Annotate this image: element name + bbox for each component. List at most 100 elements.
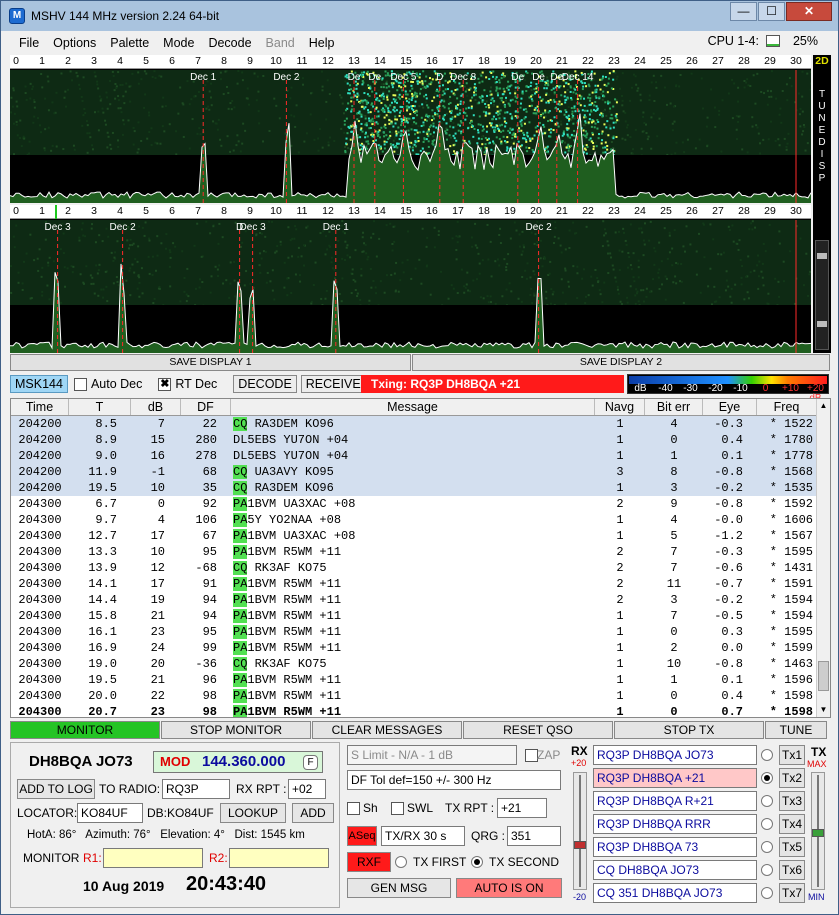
receive-button[interactable]: RECEIVE bbox=[300, 375, 366, 393]
rxf-button[interactable]: RXF bbox=[347, 852, 391, 872]
tx-message-7[interactable]: CQ 351 DH8BQA JO73 bbox=[593, 883, 757, 903]
close-button[interactable]: ✕ bbox=[786, 2, 832, 21]
r2-input[interactable] bbox=[229, 848, 329, 868]
table-row[interactable]: 204300 16.1 23 95 PA1BVM R5WM +11 1 0 0.3 * 1595 bbox=[11, 624, 817, 640]
auto-is-on-button[interactable]: AUTO IS ON bbox=[456, 878, 562, 898]
auto-dec-checkbox[interactable] bbox=[73, 377, 87, 391]
tx-select-radio-7[interactable] bbox=[761, 887, 773, 899]
title-bar[interactable]: M MSHV 144 MHz version 2.24 64-bit — ☐ ✕ bbox=[1, 1, 838, 31]
tx2-button[interactable]: Tx2 bbox=[779, 768, 805, 788]
tx-message-1[interactable]: RQ3P DH8BQA JO73 bbox=[593, 745, 757, 765]
tx-rpt-spinbox[interactable]: +21 bbox=[497, 798, 547, 818]
col-df[interactable]: DF bbox=[181, 399, 231, 415]
lookup-button[interactable]: LOOKUP bbox=[220, 803, 286, 823]
table-row[interactable]: 204200 9.0 16 278 DL5EBS YU7ON +04 1 1 0.1 * 177… bbox=[11, 448, 817, 464]
table-row[interactable]: 204300 14.4 19 94 PA1BVM R5WM +11 2 3 -0.2 * 159… bbox=[11, 592, 817, 608]
table-row[interactable]: 204200 8.9 15 280 DL5EBS YU7ON +04 1 0 0.4 * 178… bbox=[11, 432, 817, 448]
table-row[interactable]: 204300 9.7 4 106 PA5Y YO2NAA +08 1 4 -0.0 * 1606 bbox=[11, 512, 817, 528]
table-row[interactable]: 204300 14.1 17 91 PA1BVM R5WM +11 2 11 -0.7 * 15… bbox=[11, 576, 817, 592]
tx-second-radio[interactable] bbox=[471, 856, 483, 868]
tx6-button[interactable]: Tx6 bbox=[779, 860, 805, 880]
col-db[interactable]: dB bbox=[131, 399, 181, 415]
col-navg[interactable]: Navg bbox=[595, 399, 645, 415]
col-time[interactable]: Time bbox=[11, 399, 69, 415]
txrx-period-spinbox[interactable]: TX/RX 30 s bbox=[381, 826, 465, 846]
table-row[interactable]: 204300 6.7 0 92 PA1BVM UA3XAC +08 2 9 -0.8 * 159… bbox=[11, 496, 817, 512]
tx3-button[interactable]: Tx3 bbox=[779, 791, 805, 811]
table-row[interactable]: 204300 20.7 23 98 PA1BVM R5WM +11 1 0 0.7 * 1598 bbox=[11, 704, 817, 717]
tx-message-4[interactable]: RQ3P DH8BQA RRR bbox=[593, 814, 757, 834]
tune-button[interactable]: TUNE bbox=[765, 721, 827, 739]
locator-input[interactable]: KO84UF bbox=[77, 803, 143, 823]
tx-message-2[interactable]: RQ3P DH8BQA +21 bbox=[593, 768, 757, 788]
add-button[interactable]: ADD bbox=[292, 803, 334, 823]
waterfall-display-1[interactable]: 0 1 2 3 4 5 6 7 8 9 10 11 12 13 14 15 16 17 18 19 20 21 22 23 24… bbox=[10, 55, 811, 203]
waterfall-display-2[interactable]: 0 1 2 3 4 5 6 7 8 9 10 11 12 13 14 15 16 17 18 19 20 21 22 23 24… bbox=[10, 205, 811, 353]
tx-select-radio-3[interactable] bbox=[761, 795, 773, 807]
menu-palette[interactable]: Palette bbox=[110, 36, 149, 50]
sh-checkbox[interactable] bbox=[347, 802, 360, 815]
reset-qso-button[interactable]: RESET QSO bbox=[463, 721, 613, 739]
table-row[interactable]: 204200 8.5 7 22 CQ RA3DEM KO96 1 4 -0.3 * 1522 bbox=[11, 416, 817, 432]
mode-indicator[interactable]: MSK144 bbox=[10, 375, 68, 393]
clear-messages-button[interactable]: CLEAR MESSAGES bbox=[312, 721, 462, 739]
col-message[interactable]: Message bbox=[231, 399, 595, 415]
table-row[interactable]: 204200 11.9 -1 68 CQ UA3AVY KO95 3 8 -0.8 * 1568 bbox=[11, 464, 817, 480]
s-limit-spinbox[interactable]: S Limit - N/A - 1 dB bbox=[347, 745, 517, 765]
table-row[interactable]: 204300 16.9 24 99 PA1BVM R5WM +11 1 2 0.0 * 1599 bbox=[11, 640, 817, 656]
tx-select-radio-5[interactable] bbox=[761, 841, 773, 853]
tx-message-5[interactable]: RQ3P DH8BQA 73 bbox=[593, 837, 757, 857]
menu-options[interactable]: Options bbox=[53, 36, 96, 50]
tx-first-radio[interactable] bbox=[395, 856, 407, 868]
swl-checkbox[interactable] bbox=[391, 802, 404, 815]
col-t[interactable]: T bbox=[69, 399, 131, 415]
df-tol-select[interactable]: DF Tol def=150 +/- 300 Hz bbox=[347, 770, 561, 790]
messages-table[interactable]: Time T dB DF Message Navg Bit err Eye Fr… bbox=[10, 398, 831, 718]
stop-tx-button[interactable]: STOP TX bbox=[614, 721, 764, 739]
table-scrollbar[interactable]: ▲ ▼ bbox=[816, 399, 830, 717]
table-row[interactable]: 204300 13.3 10 95 PA1BVM R5WM +11 2 7 -0.3 * 159… bbox=[11, 544, 817, 560]
tx-message-6[interactable]: CQ DH8BQA JO73 bbox=[593, 860, 757, 880]
tx5-button[interactable]: Tx5 bbox=[779, 837, 805, 857]
tx7-button[interactable]: Tx7 bbox=[779, 883, 805, 903]
menu-mode[interactable]: Mode bbox=[163, 36, 194, 50]
monitor-button[interactable]: MONITOR bbox=[10, 721, 160, 739]
scroll-thumb[interactable] bbox=[818, 661, 829, 691]
tx-select-radio-6[interactable] bbox=[761, 864, 773, 876]
col-eye[interactable]: Eye bbox=[703, 399, 757, 415]
rx-rpt-spinbox[interactable]: +02 bbox=[288, 779, 326, 799]
table-row[interactable]: 204300 19.5 21 96 PA1BVM R5WM +11 1 1 0.1 * 1596 bbox=[11, 672, 817, 688]
table-row[interactable]: 204300 15.8 21 94 PA1BVM R5WM +11 1 7 -0.5 * 159… bbox=[11, 608, 817, 624]
tx-message-3[interactable]: RQ3P DH8BQA R+21 bbox=[593, 791, 757, 811]
minimize-button[interactable]: — bbox=[730, 2, 757, 21]
scroll-up-icon[interactable]: ▲ bbox=[817, 399, 830, 413]
table-row[interactable]: 204300 19.0 20 -36 CQ RK3AF KO75 1 10 -0.8 * 146… bbox=[11, 656, 817, 672]
table-row[interactable]: 204300 13.9 12 -68 CQ RK3AF KO75 2 7 -0.6 * 1431 bbox=[11, 560, 817, 576]
tx-level-slider[interactable] bbox=[811, 772, 825, 890]
maximize-button[interactable]: ☐ bbox=[758, 2, 785, 21]
gen-msg-button[interactable]: GEN MSG bbox=[347, 878, 451, 898]
decode-button[interactable]: DECODE bbox=[233, 375, 297, 393]
add-to-log-button[interactable]: ADD TO LOG bbox=[17, 779, 95, 799]
qrg-input[interactable]: 351 bbox=[507, 826, 561, 846]
menu-file[interactable]: File bbox=[19, 36, 39, 50]
save-display-1-button[interactable]: SAVE DISPLAY 1 bbox=[10, 354, 411, 371]
frequency-display[interactable]: MOD 144.360.000 F bbox=[153, 751, 323, 773]
rt-dec-checkbox[interactable]: ✖ bbox=[158, 377, 172, 391]
f-button[interactable]: F bbox=[303, 755, 318, 770]
col-bit-err[interactable]: Bit err bbox=[645, 399, 703, 415]
tx-select-radio-4[interactable] bbox=[761, 818, 773, 830]
rx-level-slider[interactable] bbox=[573, 772, 587, 890]
menu-help[interactable]: Help bbox=[309, 36, 335, 50]
tx4-button[interactable]: Tx4 bbox=[779, 814, 805, 834]
save-display-2-button[interactable]: SAVE DISPLAY 2 bbox=[412, 354, 830, 371]
tx-select-radio-2[interactable] bbox=[761, 772, 773, 784]
col-freq[interactable]: Freq bbox=[757, 399, 817, 415]
table-row[interactable]: 204200 19.5 10 35 CQ RA3DEM KO96 1 3 -0.2 * 1535 bbox=[11, 480, 817, 496]
to-radio-input[interactable]: RQ3P bbox=[162, 779, 230, 799]
mode-2d-button[interactable]: 2D bbox=[813, 55, 831, 67]
display-slider[interactable] bbox=[815, 240, 829, 350]
menu-decode[interactable]: Decode bbox=[208, 36, 251, 50]
scroll-down-icon[interactable]: ▼ bbox=[817, 703, 830, 717]
aseq-button[interactable]: ASeq bbox=[347, 826, 377, 846]
